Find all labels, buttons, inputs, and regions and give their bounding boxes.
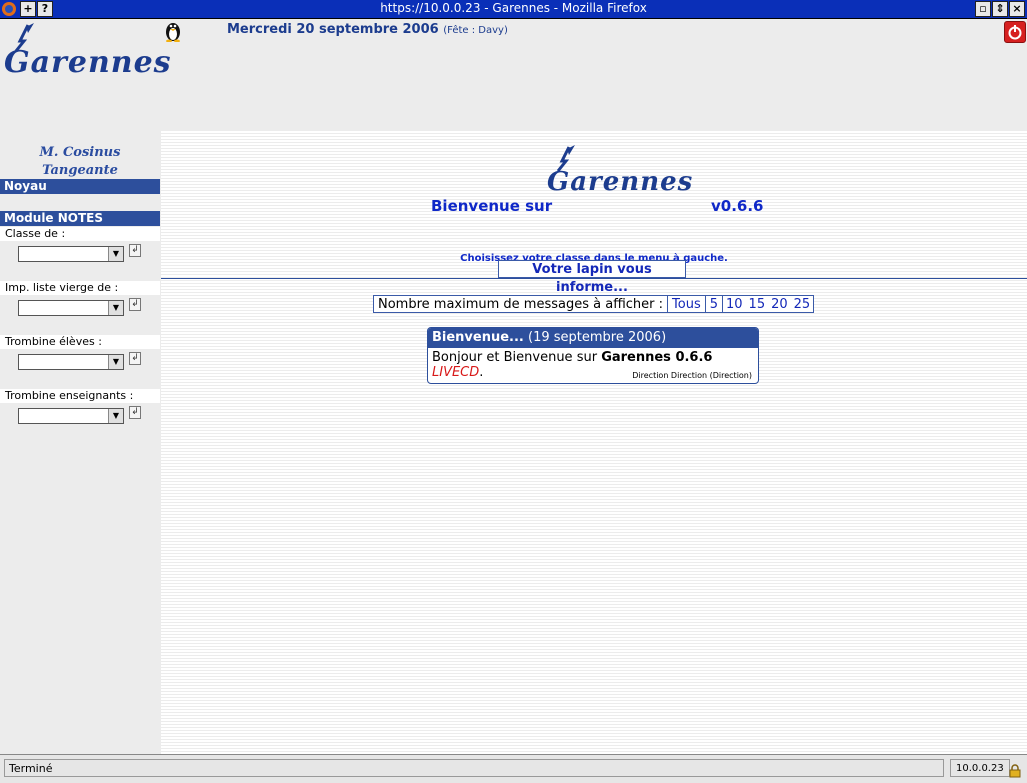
max-option-5[interactable]: 5 — [706, 296, 723, 312]
max-option-20[interactable]: 20 — [768, 296, 791, 312]
divider — [161, 278, 1027, 279]
message-date: (19 septembre 2006) — [528, 330, 667, 345]
message-body-bold: Garennes 0.6.6 — [601, 350, 713, 365]
welcome-prefix: Bienvenue sur — [431, 197, 553, 215]
version-label: v0.6.6 — [711, 197, 764, 215]
maximize-button[interactable]: ▫ — [975, 1, 991, 17]
message-header: Bienvenue... (19 septembre 2006) — [428, 328, 758, 348]
message-body-suffix: . — [479, 365, 484, 380]
max-option-15[interactable]: 15 — [746, 296, 769, 312]
date-text: Mercredi 20 septembre 2006 — [227, 22, 439, 37]
tux-icon — [163, 20, 183, 46]
message-body-livecd: LIVECD — [432, 365, 480, 380]
label-liste-vierge: Imp. liste vierge de : — [0, 281, 160, 295]
window-title: https://10.0.0.23 - Garennes - Mozilla F… — [380, 1, 647, 15]
welcome-logo: Garennes — [547, 167, 694, 197]
saint-day: (Fête : Davy) — [443, 25, 508, 36]
label-trombine-eleves: Trombine élèves : — [0, 335, 160, 349]
max-option-25[interactable]: 25 — [791, 296, 814, 312]
max-messages-bar: Nombre maximum de messages à afficher : … — [373, 295, 815, 313]
lapin-news-button[interactable]: Votre lapin vous informe... — [498, 260, 686, 295]
browser-viewport: Garennes Mercredi 20 septembre 2006 (Fêt… — [0, 19, 1027, 754]
chevron-down-icon: ▼ — [108, 409, 123, 423]
close-window-button[interactable]: × — [1009, 1, 1025, 17]
page-header: Garennes Mercredi 20 septembre 2006 (Fêt… — [0, 19, 1027, 131]
host-indicator: 10.0.0.23 — [950, 759, 1010, 777]
section-noyau[interactable]: Noyau — [0, 179, 160, 194]
window-titlebar: + ? https://10.0.0.23 - Garennes - Mozil… — [0, 0, 1027, 19]
browser-statusbar: Terminé 10.0.0.23 — [0, 754, 1027, 783]
label-trombine-enseignants: Trombine enseignants : — [0, 389, 160, 403]
chevron-down-icon: ▼ — [108, 247, 123, 261]
lock-icon[interactable] — [1008, 763, 1022, 782]
message-body-prefix: Bonjour et Bienvenue sur — [432, 350, 598, 365]
shade-button[interactable]: ⇕ — [992, 1, 1008, 17]
status-text: Terminé — [4, 759, 944, 777]
select-liste-vierge[interactable]: ▼ — [18, 300, 124, 316]
go-trombine-enseignants-button[interactable]: ↲ — [129, 406, 141, 419]
go-trombine-eleves-button[interactable]: ↲ — [129, 352, 141, 365]
chevron-down-icon: ▼ — [108, 355, 123, 369]
max-option-tous[interactable]: Tous — [668, 296, 706, 312]
go-liste-vierge-button[interactable]: ↲ — [129, 298, 141, 311]
main-content: Bienvenue sur Garennes v0.6.6 Choisissez… — [161, 131, 1027, 754]
section-module-notes: Module NOTES — [0, 211, 160, 226]
user-name-line2: Tangeante — [42, 163, 118, 178]
select-classe[interactable]: ▼ — [18, 246, 124, 262]
user-name-line1: M. Cosinus — [39, 145, 121, 160]
select-trombine-enseignants[interactable]: ▼ — [18, 408, 124, 424]
select-trombine-eleves[interactable]: ▼ — [18, 354, 124, 370]
message-card: Bienvenue... (19 septembre 2006) Bonjour… — [427, 327, 759, 384]
max-option-10[interactable]: 10 — [723, 296, 746, 312]
go-classe-button[interactable]: ↲ — [129, 244, 141, 257]
max-messages-label: Nombre maximum de messages à afficher : — [374, 296, 669, 312]
message-title: Bienvenue... — [432, 330, 524, 345]
message-author: Direction Direction (Direction) — [632, 371, 752, 380]
user-name: M. Cosinus Tangeante — [0, 144, 160, 180]
logout-power-icon[interactable] — [1004, 21, 1026, 43]
current-date: Mercredi 20 septembre 2006 (Fête : Davy) — [227, 22, 508, 37]
chevron-down-icon: ▼ — [108, 301, 123, 315]
sidebar: M. Cosinus Tangeante Noyau Module NOTES … — [0, 131, 160, 754]
garennes-logo[interactable]: Garennes — [4, 45, 172, 80]
label-classe: Classe de : — [0, 227, 160, 241]
